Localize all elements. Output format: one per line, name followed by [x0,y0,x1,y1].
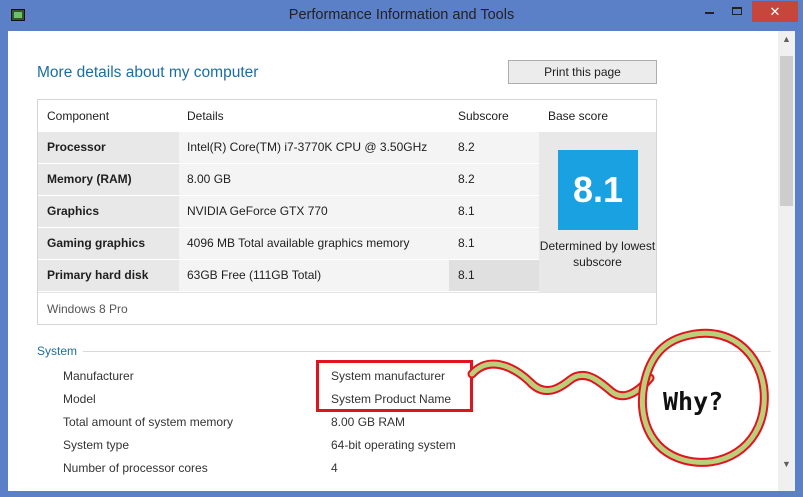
annotation-drawing [467,328,769,467]
why-annotation-text: Why? [663,387,724,416]
squiggle-line-outline [467,359,655,401]
